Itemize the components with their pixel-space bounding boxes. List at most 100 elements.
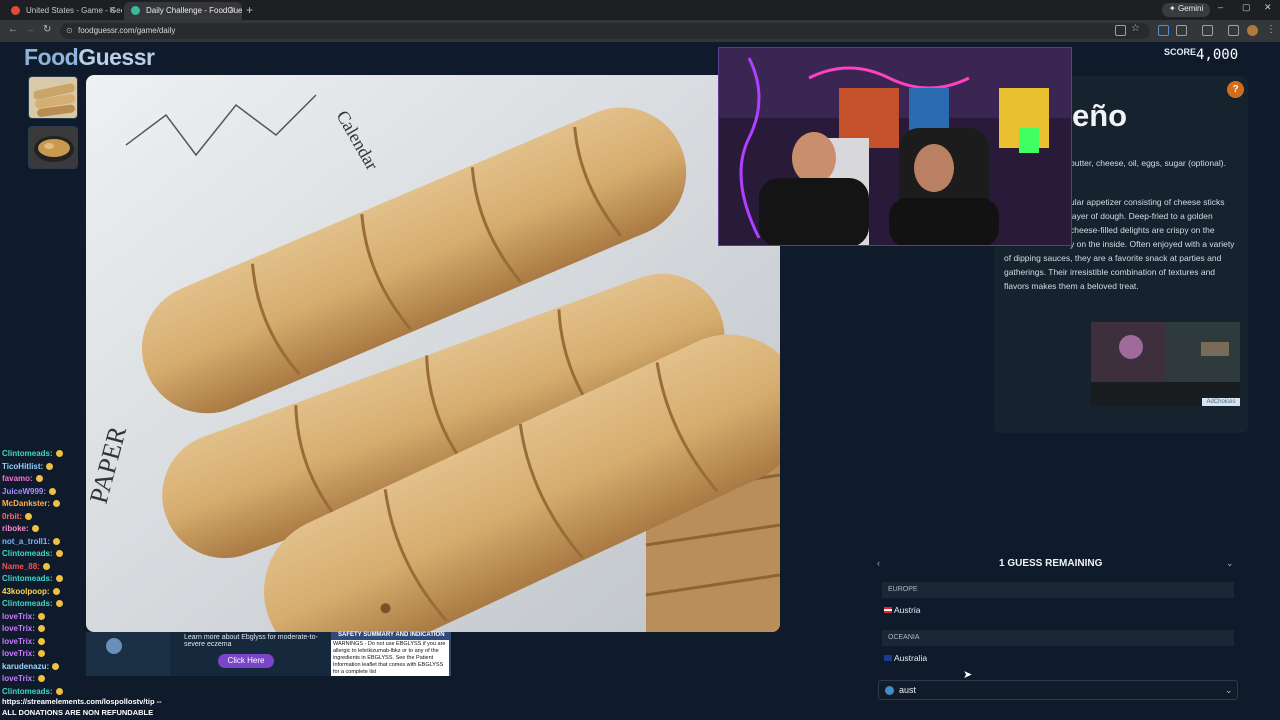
reload-icon[interactable]: ↻ bbox=[43, 24, 51, 35]
emote-icon bbox=[53, 537, 61, 545]
dish-description-line: gatherings. Their irresistible combinati… bbox=[1004, 267, 1216, 277]
close-icon[interactable]: ✕ bbox=[228, 5, 236, 16]
sidebar-icon[interactable] bbox=[1202, 25, 1213, 36]
chat-message: favamo: bbox=[2, 474, 43, 483]
minimize-icon[interactable]: – bbox=[1218, 2, 1223, 12]
chat-message: 0rbit: bbox=[2, 512, 32, 521]
chat-username[interactable]: Clintomeads: bbox=[2, 687, 53, 696]
close-icon[interactable]: ✕ bbox=[108, 5, 116, 16]
dish-thumbnail-1[interactable] bbox=[28, 76, 78, 119]
chat-message: Name_88: bbox=[2, 562, 50, 571]
bookmark-star-icon[interactable]: ☆ bbox=[1131, 23, 1140, 34]
chat-username[interactable]: McDankster: bbox=[2, 499, 50, 508]
chat-message: loveTrix: bbox=[2, 637, 45, 646]
search-value: aust bbox=[899, 685, 917, 695]
chat-message: Clintomeads: bbox=[2, 549, 63, 558]
download-icon[interactable] bbox=[1228, 25, 1239, 36]
chat-message: loveTrix: bbox=[2, 649, 45, 658]
emote-icon bbox=[46, 462, 54, 470]
logo-food: Food bbox=[24, 44, 79, 70]
chevron-down-icon[interactable]: ⌄ bbox=[1226, 558, 1234, 569]
chat-username[interactable]: Name_88: bbox=[2, 562, 40, 571]
country-label: Australia bbox=[894, 653, 928, 663]
dish-thumbnail-2[interactable] bbox=[28, 126, 78, 169]
puzzle-icon[interactable] bbox=[1176, 25, 1187, 36]
emote-icon bbox=[52, 662, 60, 670]
forward-icon[interactable]: → bbox=[25, 24, 35, 35]
emote-icon bbox=[31, 525, 39, 533]
chat-username[interactable]: Clintomeads: bbox=[2, 574, 53, 583]
tip-link-text: https://streamelements.com/lospollostv/t… bbox=[2, 697, 162, 706]
chat-username[interactable]: 0rbit: bbox=[2, 512, 22, 521]
url-text: foodguessr.com/game/daily bbox=[78, 26, 176, 35]
chat-username[interactable]: Clintomeads: bbox=[2, 599, 53, 608]
ad-choices-badge[interactable]: AdChoices bbox=[1202, 398, 1240, 406]
chat-username[interactable]: Clintomeads: bbox=[2, 449, 53, 458]
chat-username[interactable]: loveTrix: bbox=[2, 624, 35, 633]
country-option-australia[interactable]: Australia bbox=[882, 649, 1238, 667]
chat-username[interactable]: riboke: bbox=[2, 524, 29, 533]
screen-cast-icon[interactable] bbox=[1115, 25, 1126, 36]
map-pin-icon bbox=[11, 6, 20, 15]
score-label: SCORE bbox=[1164, 47, 1197, 57]
chat-username[interactable]: loveTrix: bbox=[2, 649, 35, 658]
region-header-europe: EUROPE bbox=[882, 582, 1234, 598]
country-search-input[interactable]: aust bbox=[878, 680, 1238, 700]
emote-icon bbox=[55, 450, 63, 458]
emote-icon bbox=[53, 500, 61, 508]
help-icon[interactable]: ? bbox=[1227, 81, 1244, 98]
country-option-austria[interactable]: Austria bbox=[882, 601, 1238, 619]
emote-icon bbox=[37, 625, 45, 633]
chat-message: karudenazu: bbox=[2, 662, 60, 671]
chat-username[interactable]: favamo: bbox=[2, 474, 33, 483]
dish-description-line: of dipping sauces, they are a favorite s… bbox=[1004, 253, 1222, 263]
chat-username[interactable]: JuiceW999: bbox=[2, 487, 46, 496]
chat-username[interactable]: Clintomeads: bbox=[2, 549, 53, 558]
video-ad[interactable] bbox=[1091, 322, 1240, 406]
foodguessr-logo[interactable]: FoodGuessr bbox=[24, 44, 155, 71]
chat-username[interactable]: karudenazu: bbox=[2, 662, 49, 671]
streamer-webcam bbox=[718, 47, 1072, 246]
dish-title: eño bbox=[1072, 98, 1128, 133]
chat-username[interactable]: loveTrix: bbox=[2, 674, 35, 683]
region-header-oceania: OCEANIA bbox=[882, 630, 1234, 646]
globe-icon bbox=[885, 686, 894, 695]
address-bar[interactable]: ⊙ foodguessr.com/game/daily bbox=[60, 23, 1150, 39]
chat-message: JuiceW999: bbox=[2, 487, 57, 496]
emote-icon bbox=[37, 650, 45, 658]
menu-icon[interactable]: ⋮ bbox=[1266, 24, 1276, 35]
chevron-left-icon[interactable]: ‹ bbox=[877, 558, 880, 568]
close-window-icon[interactable]: ✕ bbox=[1264, 2, 1272, 13]
extension-icon[interactable] bbox=[1158, 25, 1169, 36]
profile-avatar[interactable] bbox=[1247, 25, 1258, 36]
back-icon[interactable]: ← bbox=[8, 24, 18, 35]
emote-icon bbox=[55, 550, 63, 558]
chat-username[interactable]: not_a_troll1: bbox=[2, 537, 50, 546]
emote-icon bbox=[25, 512, 32, 520]
dish-photo: Calendar PAPER bbox=[86, 75, 780, 632]
site-info-icon[interactable]: ⊙ bbox=[66, 26, 73, 35]
chat-username[interactable]: 43koolpoop: bbox=[2, 587, 50, 596]
score-value: 4,000 bbox=[1196, 47, 1239, 63]
chat-username[interactable]: loveTrix: bbox=[2, 637, 35, 646]
maximize-icon[interactable]: ▢ bbox=[1242, 2, 1251, 13]
ad-learn-more-text: Learn more about Ebglyss for moderate-to… bbox=[184, 634, 318, 648]
gemini-button[interactable]: ✦ Gemini bbox=[1162, 3, 1211, 17]
chat-message: loveTrix: bbox=[2, 674, 45, 683]
chat-message: Clintomeads: bbox=[2, 687, 63, 696]
chevron-down-icon[interactable]: ⌄ bbox=[1225, 685, 1233, 696]
ad-click-here-button[interactable]: Click Here bbox=[218, 654, 274, 668]
region-label: OCEANIA bbox=[888, 634, 920, 641]
browser-tab-bar: United States - Game - Geo ✕ Daily Chall… bbox=[0, 0, 1280, 20]
dish-description-line: y on the inside. Often enjoyed with a va… bbox=[1070, 239, 1235, 249]
browser-tab-2[interactable]: Daily Challenge - FoodGuessr | ✕ bbox=[124, 2, 242, 20]
austria-flag-icon bbox=[884, 607, 892, 613]
emote-icon bbox=[35, 475, 43, 483]
browser-tab-1[interactable]: United States - Game - Geo ✕ bbox=[4, 2, 122, 20]
chat-username[interactable]: TicoHitlist: bbox=[2, 462, 43, 471]
chat-message: Clintomeads: bbox=[2, 599, 63, 608]
chat-username[interactable]: loveTrix: bbox=[2, 612, 35, 621]
new-tab-icon[interactable]: + bbox=[246, 3, 253, 17]
dish-description-line: ular appetizer consisting of cheese stic… bbox=[1070, 197, 1225, 207]
emote-icon bbox=[37, 637, 45, 645]
